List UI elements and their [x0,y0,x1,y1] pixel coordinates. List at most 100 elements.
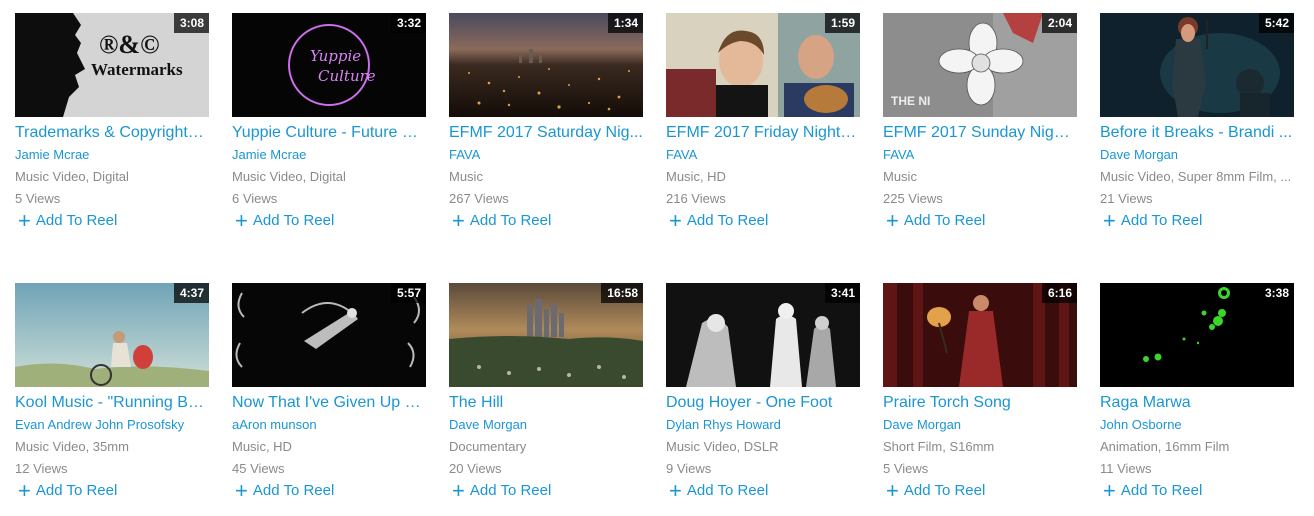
video-views: 216 Views [666,191,726,206]
duration-badge: 3:08 [173,13,209,33]
add-to-reel-label: Add To Reel [35,212,118,229]
video-views: 5 Views [883,461,929,476]
video-title[interactable]: Doug Hoyer - One Foot [666,392,860,414]
video-author[interactable]: Evan Andrew John Prosofsky [15,414,209,436]
add-to-reel-button[interactable]: + Add To Reel [235,210,426,232]
add-to-reel-button[interactable]: + Add To Reel [886,480,1077,502]
add-to-reel-button[interactable]: + Add To Reel [18,480,209,502]
duration-badge: 3:38 [1258,283,1294,303]
video-views: 267 Views [449,191,509,206]
video-views: 5 Views [15,191,61,206]
add-to-reel-button[interactable]: + Add To Reel [1103,480,1294,502]
video-views: 20 Views [449,461,502,476]
video-title[interactable]: Raga Marwa [1100,392,1294,414]
video-meta: Music Video, 35mm [15,439,129,454]
add-to-reel-button[interactable]: + Add To Reel [18,210,209,232]
video-card: 3:41 Doug Hoyer - One Foot Dylan Rhys Ho… [666,283,860,502]
video-author[interactable]: Dave Morgan [449,414,643,436]
plus-icon: + [235,208,248,233]
duration-badge: 5:57 [390,283,426,303]
video-author[interactable]: Jamie Mcrae [15,144,209,166]
video-thumbnail[interactable]: 5:42 [1100,13,1294,117]
video-card: 6:16 Praire Torch Song Dave Morgan Short… [883,283,1077,502]
plus-icon: + [886,478,899,503]
video-author[interactable]: Dave Morgan [1100,144,1294,166]
add-to-reel-label: Add To Reel [686,482,769,499]
plus-icon: + [452,478,465,503]
video-meta: Music, HD [666,169,726,184]
plus-icon: + [669,208,682,233]
video-title[interactable]: The Hill [449,392,643,414]
video-thumbnail[interactable]: 4:37 [15,283,209,387]
add-to-reel-button[interactable]: + Add To Reel [235,480,426,502]
add-to-reel-button[interactable]: + Add To Reel [669,480,860,502]
add-to-reel-label: Add To Reel [35,482,118,499]
video-views: 225 Views [883,191,943,206]
video-title[interactable]: Praire Torch Song [883,392,1077,414]
video-meta: Music, HD [232,439,292,454]
video-card: THE NI 2:04 EFMF 2017 Sunday Night ... F… [883,13,1077,232]
duration-badge: 4:37 [173,283,209,303]
duration-badge: 1:59 [824,13,860,33]
add-to-reel-button[interactable]: + Add To Reel [1103,210,1294,232]
video-author[interactable]: Dave Morgan [883,414,1077,436]
video-thumbnail[interactable]: 1:34 [449,13,643,117]
svg-text:THE NI: THE NI [891,94,930,108]
video-thumbnail[interactable]: 16:58 [449,283,643,387]
video-title[interactable]: EFMF 2017 Friday NightC... [666,122,860,144]
video-meta: Animation, 16mm Film [1100,439,1230,454]
add-to-reel-button[interactable]: + Add To Reel [452,210,643,232]
video-meta: Short Film, S16mm [883,439,995,454]
add-to-reel-button[interactable]: + Add To Reel [452,480,643,502]
video-card: 5:57 Now That I've Given Up H... aAron m… [232,283,426,502]
plus-icon: + [1103,208,1116,233]
add-to-reel-label: Add To Reel [469,212,552,229]
video-title[interactable]: Trademarks & Copyrights ... [15,122,209,144]
duration-badge: 16:58 [601,283,643,303]
plus-icon: + [18,478,31,503]
video-thumbnail[interactable]: Yuppie Culture 3:32 [232,13,426,117]
plus-icon: + [452,208,465,233]
video-author[interactable]: Dylan Rhys Howard [666,414,860,436]
video-card: 4:37 Kool Music - "Running Ba... Evan An… [15,283,209,502]
video-thumbnail[interactable]: THE NI 2:04 [883,13,1077,117]
video-author[interactable]: Jamie Mcrae [232,144,426,166]
video-author[interactable]: FAVA [883,144,1077,166]
add-to-reel-label: Add To Reel [903,482,986,499]
video-title[interactable]: Now That I've Given Up H... [232,392,426,414]
svg-text:Yuppie: Yuppie [310,47,361,65]
video-author[interactable]: John Osborne [1100,414,1294,436]
video-card: 3:38 Raga Marwa John Osborne Animation, … [1100,283,1294,502]
video-card: 1:34 EFMF 2017 Saturday Nig... FAVA Musi… [449,13,643,232]
add-to-reel-label: Add To Reel [469,482,552,499]
add-to-reel-button[interactable]: + Add To Reel [669,210,860,232]
video-card: 16:58 The Hill Dave Morgan Documentary 2… [449,283,643,502]
plus-icon: + [1103,478,1116,503]
video-thumbnail[interactable]: ®&© Watermarks 3:08 [15,13,209,117]
plus-icon: + [886,208,899,233]
video-card: Yuppie Culture 3:32 Yuppie Culture - Fut… [232,13,426,232]
video-title[interactable]: EFMF 2017 Sunday Night ... [883,122,1077,144]
video-author[interactable]: FAVA [449,144,643,166]
video-author[interactable]: FAVA [666,144,860,166]
video-title[interactable]: Yuppie Culture - Future Fe... [232,122,426,144]
video-title[interactable]: Kool Music - "Running Ba... [15,392,209,414]
video-thumbnail[interactable]: 5:57 [232,283,426,387]
svg-text:®&©: ®&© [99,30,160,59]
add-to-reel-label: Add To Reel [686,212,769,229]
video-thumbnail[interactable]: 6:16 [883,283,1077,387]
plus-icon: + [18,208,31,233]
video-thumbnail[interactable]: 3:41 [666,283,860,387]
video-meta: Music [883,169,917,184]
video-thumbnail[interactable]: 3:38 [1100,283,1294,387]
duration-badge: 6:16 [1041,283,1077,303]
video-title[interactable]: Before it Breaks - Brandi ... [1100,122,1294,144]
video-card: ®&© Watermarks 3:08 Trademarks & Copyrig… [15,13,209,232]
video-thumbnail[interactable]: 1:59 [666,13,860,117]
video-author[interactable]: aAron munson [232,414,426,436]
plus-icon: + [235,478,248,503]
video-title[interactable]: EFMF 2017 Saturday Nig... [449,122,643,144]
video-meta: Music Video, Digital [232,169,346,184]
add-to-reel-label: Add To Reel [1120,212,1203,229]
add-to-reel-button[interactable]: + Add To Reel [886,210,1077,232]
